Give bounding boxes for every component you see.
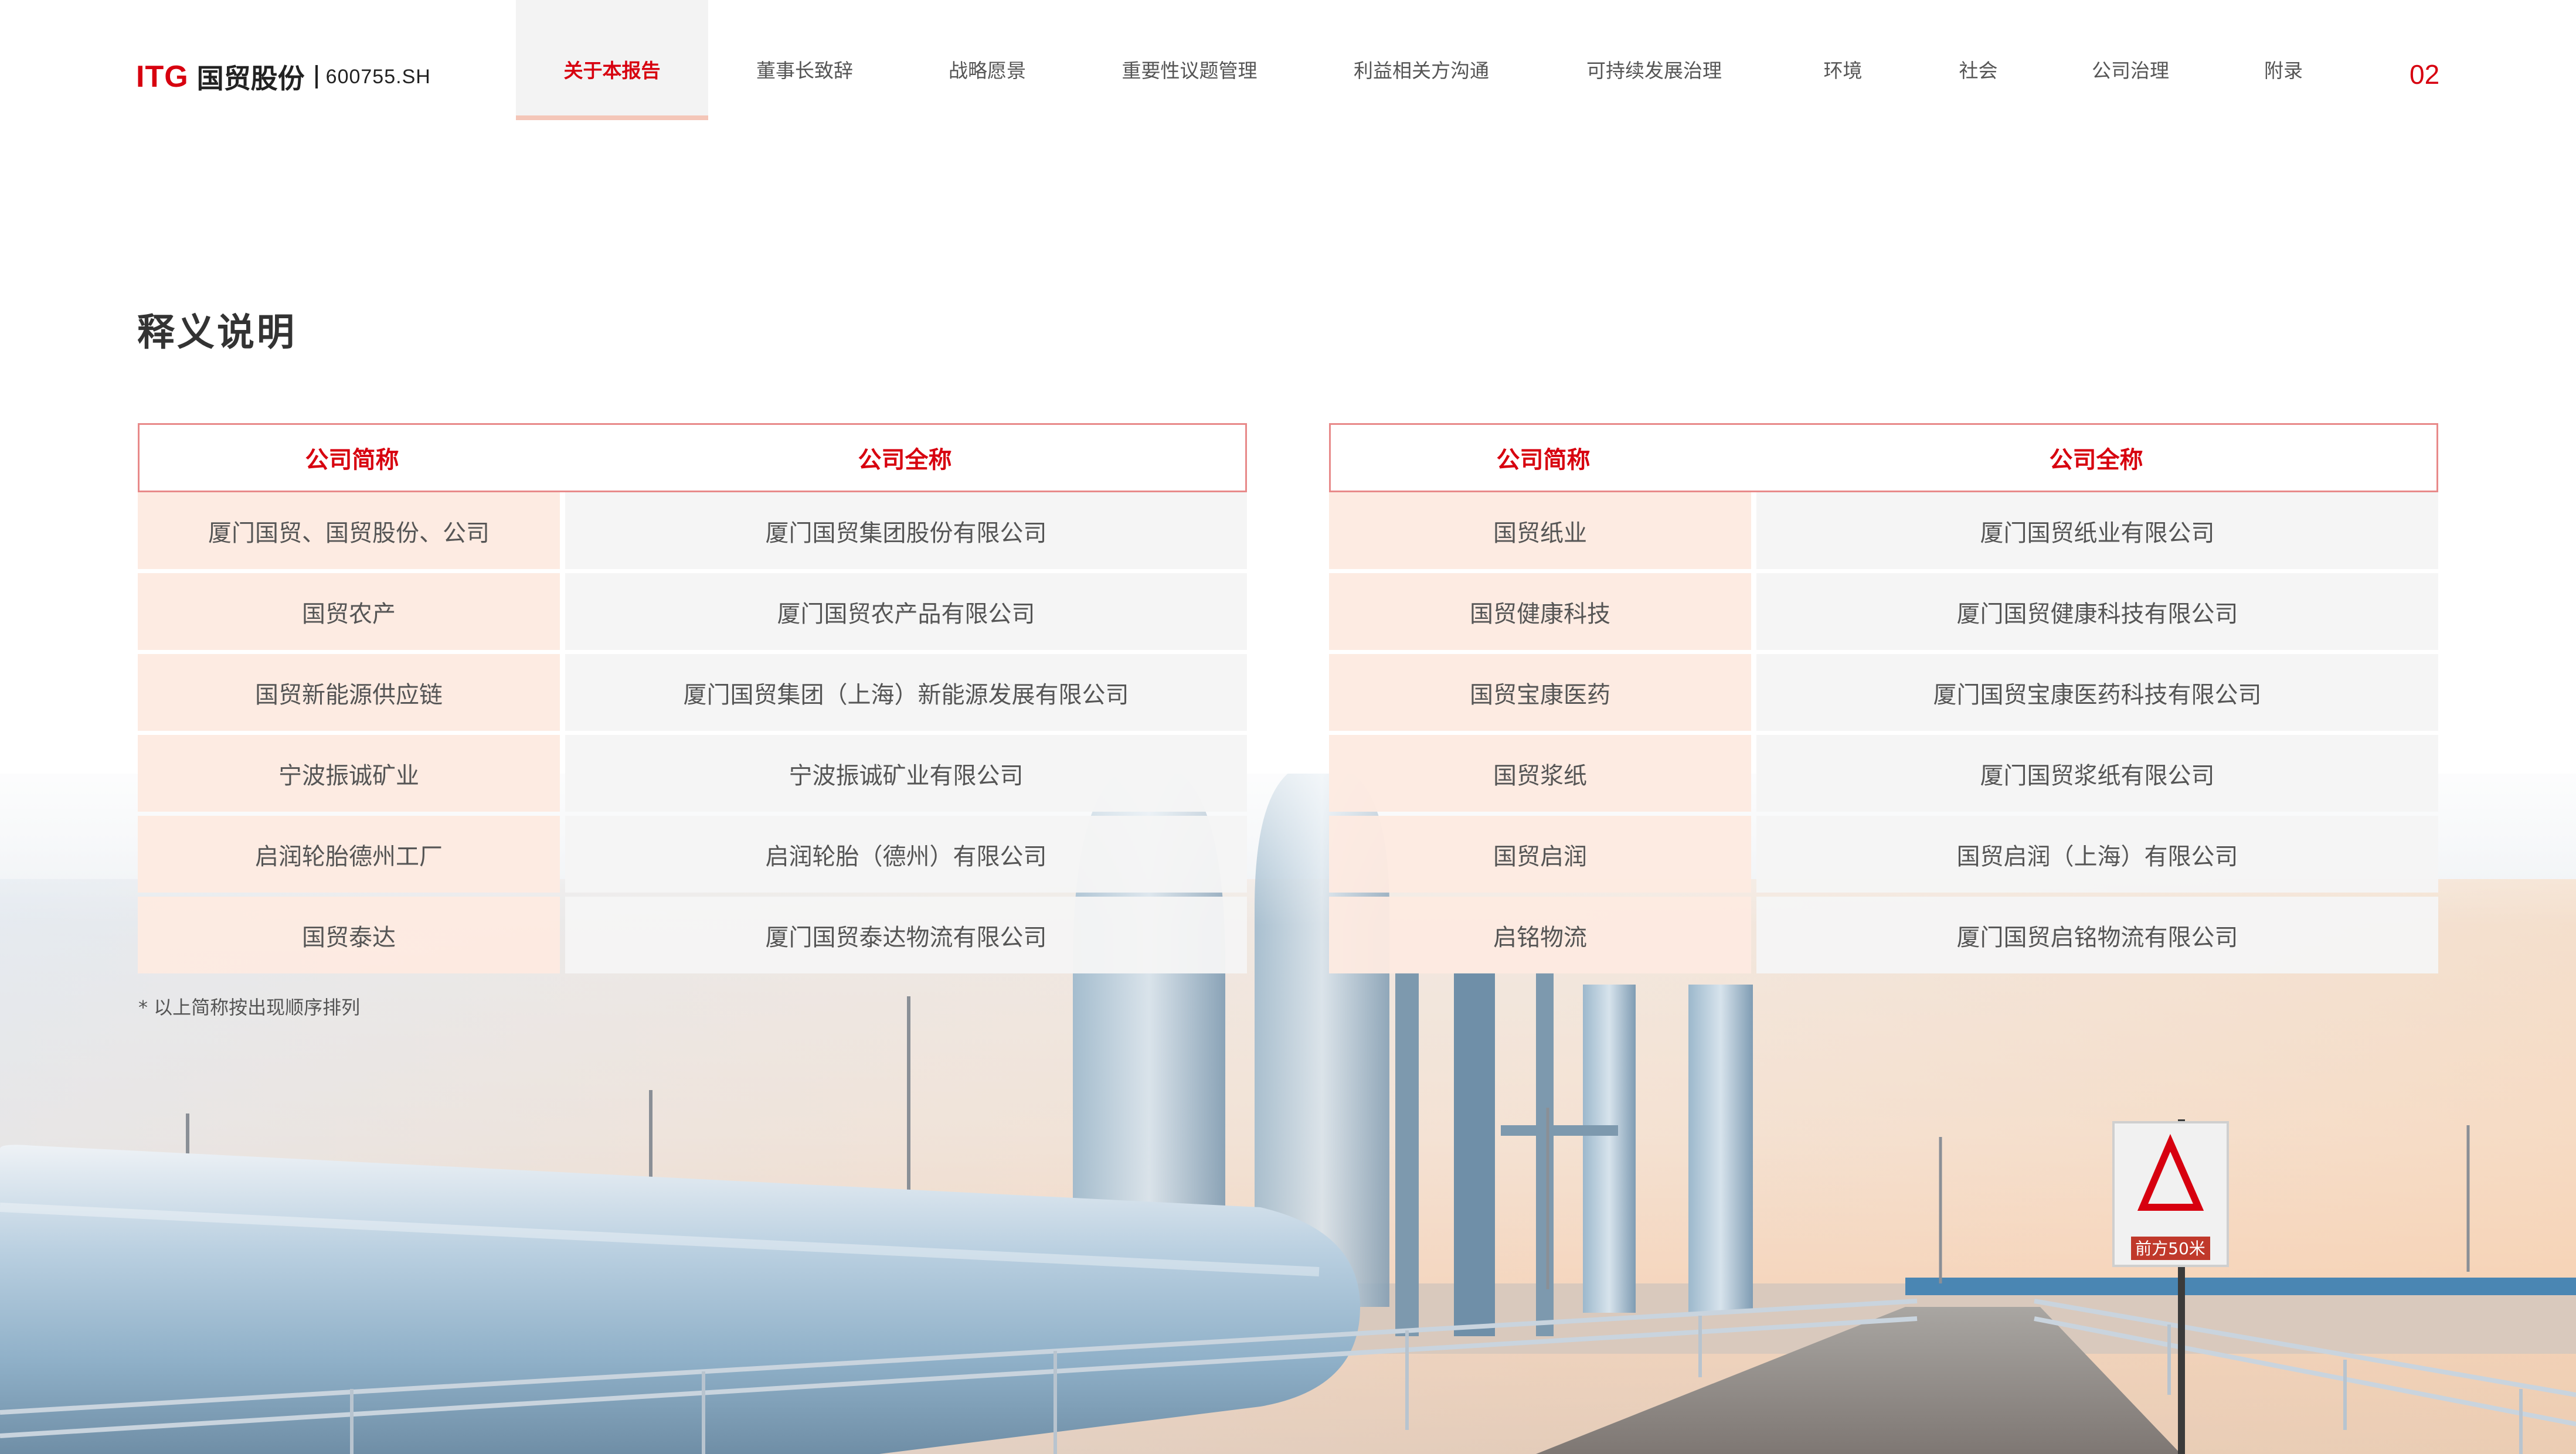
short-name-cell: 国贸泰达	[138, 897, 560, 973]
short-name-cell: 国贸新能源供应链	[138, 654, 560, 731]
nav-item-chairman-message[interactable]: 董事长致辞	[708, 0, 901, 120]
table-header: 公司简称 公司全称	[138, 423, 1247, 492]
nav-label: 重要性议题管理	[1122, 59, 1258, 82]
full-name-cell: 厦门国贸浆纸有限公司	[1756, 735, 2438, 812]
short-name-cell: 厦门国贸、国贸股份、公司	[138, 492, 560, 569]
full-name-cell: 厦门国贸宝康医药科技有限公司	[1756, 654, 2438, 731]
full-name-cell: 厦门国贸启铭物流有限公司	[1756, 897, 2438, 973]
nav-item-society[interactable]: 社会	[1915, 0, 2042, 120]
short-name-cell: 国贸宝康医药	[1329, 654, 1751, 731]
full-name-cell: 国贸启润（上海）有限公司	[1756, 816, 2438, 893]
short-name-cell: 启润轮胎德州工厂	[138, 816, 560, 893]
nav-item-about-report[interactable]: 关于本报告	[516, 0, 708, 120]
nav-label: 关于本报告	[563, 59, 661, 82]
table-row: 宁波振诚矿业 宁波振诚矿业有限公司	[138, 735, 1247, 812]
full-name-cell: 厦门国贸泰达物流有限公司	[565, 897, 1247, 973]
short-name-cell: 国贸健康科技	[1329, 573, 1751, 650]
nav-label: 董事长致辞	[756, 59, 853, 82]
svg-text:前方50米: 前方50米	[2135, 1239, 2205, 1258]
table-row: 国贸泰达 厦门国贸泰达物流有限公司	[138, 897, 1247, 973]
column-header-full-name: 公司全称	[858, 447, 952, 474]
short-name-cell: 国贸启润	[1329, 816, 1751, 893]
table-row: 国贸健康科技 厦门国贸健康科技有限公司	[1329, 573, 2438, 650]
table-body: 国贸纸业 厦门国贸纸业有限公司 国贸健康科技 厦门国贸健康科技有限公司 国贸宝康…	[1329, 492, 2438, 973]
table-row: 国贸新能源供应链 厦门国贸集团（上海）新能源发展有限公司	[138, 654, 1247, 731]
table-body: 厦门国贸、国贸股份、公司 厦门国贸集团股份有限公司 国贸农产 厦门国贸农产品有限…	[138, 492, 1247, 973]
full-name-cell: 厦门国贸健康科技有限公司	[1756, 573, 2438, 650]
logo-company-name: 国贸股份	[196, 63, 305, 94]
short-name-cell: 国贸农产	[138, 573, 560, 650]
column-header-short-name: 公司简称	[1496, 447, 1591, 474]
full-name-cell: 厦门国贸纸业有限公司	[1756, 492, 2438, 569]
nav-label: 环境	[1823, 59, 1863, 82]
table-row: 国贸纸业 厦门国贸纸业有限公司	[1329, 492, 2438, 569]
short-name-cell: 国贸纸业	[1329, 492, 1751, 569]
glossary-table-right: 公司简称 公司全称 国贸纸业 厦门国贸纸业有限公司 国贸健康科技 厦门国贸健康科…	[1329, 423, 2438, 973]
nav-label: 可持续发展治理	[1586, 59, 1722, 82]
footnote: * 以上简称按出现顺序排列	[138, 996, 361, 1019]
nav-item-environment[interactable]: 环境	[1771, 0, 1915, 120]
nav-label: 利益相关方沟通	[1354, 59, 1489, 82]
table-header: 公司简称 公司全称	[1329, 423, 2438, 492]
full-name-cell: 厦门国贸集团（上海）新能源发展有限公司	[565, 654, 1247, 731]
table-row: 启铭物流 厦门国贸启铭物流有限公司	[1329, 897, 2438, 973]
full-name-cell: 宁波振诚矿业有限公司	[565, 735, 1247, 812]
logo-itg-text: ITG	[136, 60, 189, 94]
glossary-table-left: 公司简称 公司全称 厦门国贸、国贸股份、公司 厦门国贸集团股份有限公司 国贸农产…	[138, 423, 1247, 973]
short-name-cell: 宁波振诚矿业	[138, 735, 560, 812]
nav-label: 公司治理	[2092, 59, 2169, 82]
page-number: 02	[2410, 59, 2440, 90]
nav-item-appendix[interactable]: 附录	[2219, 0, 2348, 120]
table-row: 厦门国贸、国贸股份、公司 厦门国贸集团股份有限公司	[138, 492, 1247, 569]
table-row: 国贸启润 国贸启润（上海）有限公司	[1329, 816, 2438, 893]
nav-label: 附录	[2264, 59, 2303, 82]
nav-item-materiality[interactable]: 重要性议题管理	[1073, 0, 1306, 120]
nav-item-stakeholder[interactable]: 利益相关方沟通	[1306, 0, 1537, 120]
column-header-full-name: 公司全称	[2049, 447, 2143, 474]
nav-label: 战略愿景	[949, 59, 1026, 82]
full-name-cell: 厦门国贸集团股份有限公司	[565, 492, 1247, 569]
page-title: 释义说明	[137, 311, 297, 355]
short-name-cell: 启铭物流	[1329, 897, 1751, 973]
top-header: ITG 国贸股份 600755.SH 关于本报告 董事长致辞 战略愿景 重要性议…	[0, 0, 2576, 123]
table-row: 国贸宝康医药 厦门国贸宝康医药科技有限公司	[1329, 654, 2438, 731]
nav-item-sustainability-governance[interactable]: 可持续发展治理	[1537, 0, 1771, 120]
full-name-cell: 厦门国贸农产品有限公司	[565, 573, 1247, 650]
table-row: 国贸浆纸 厦门国贸浆纸有限公司	[1329, 735, 2438, 812]
nav-item-strategy-vision[interactable]: 战略愿景	[901, 0, 1073, 120]
main-nav: 关于本报告 董事长致辞 战略愿景 重要性议题管理 利益相关方沟通 可持续发展治理…	[516, 0, 2348, 120]
short-name-cell: 国贸浆纸	[1329, 735, 1751, 812]
full-name-cell: 启润轮胎（德州）有限公司	[565, 816, 1247, 893]
nav-item-corporate-governance[interactable]: 公司治理	[2042, 0, 2219, 120]
itg-logo[interactable]: ITG 国贸股份 600755.SH	[136, 56, 431, 97]
table-row: 启润轮胎德州工厂 启润轮胎（德州）有限公司	[138, 816, 1247, 893]
stock-code: 600755.SH	[325, 65, 431, 88]
logo-divider	[315, 65, 318, 88]
table-row: 国贸农产 厦门国贸农产品有限公司	[138, 573, 1247, 650]
nav-label: 社会	[1959, 59, 1998, 82]
column-header-short-name: 公司简称	[305, 447, 399, 474]
